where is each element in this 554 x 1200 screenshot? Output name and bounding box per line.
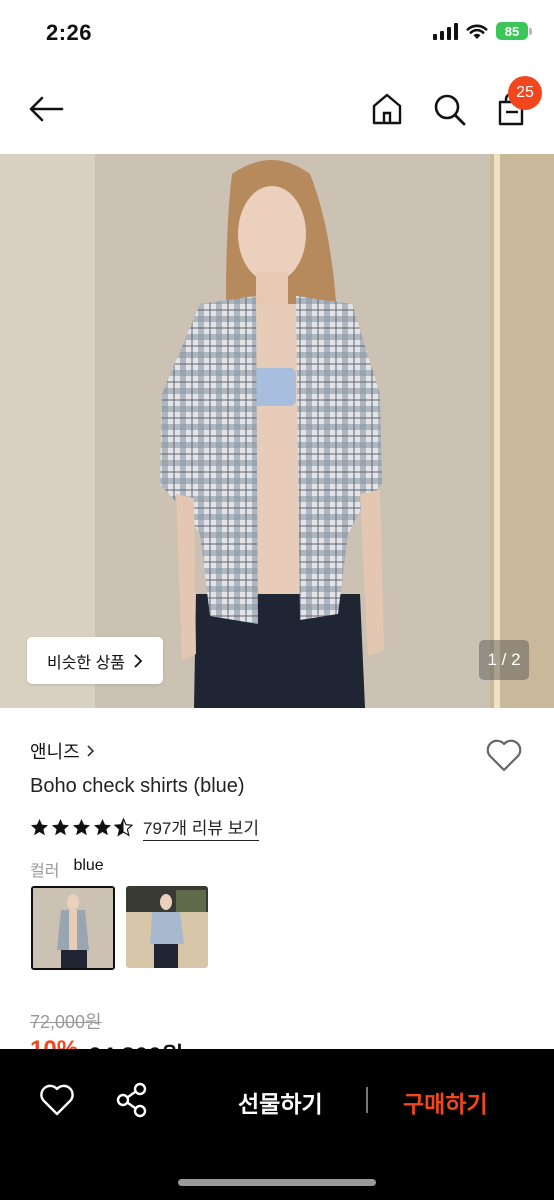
- search-icon[interactable]: [428, 88, 470, 130]
- divider: [366, 1087, 368, 1113]
- image-counter: 1 / 2: [479, 640, 529, 680]
- gift-button[interactable]: 선물하기: [238, 1085, 323, 1119]
- half-star-icon: [114, 818, 133, 837]
- cart-count-badge: 25: [508, 76, 542, 110]
- brand-name: 앤니즈: [30, 742, 80, 762]
- back-arrow-icon[interactable]: [26, 88, 68, 130]
- color-label: 컬러: [30, 863, 60, 880]
- star-rating: [30, 818, 133, 837]
- buy-button[interactable]: 구매하기: [403, 1085, 488, 1119]
- similar-products-button[interactable]: 비슷한 상품: [27, 637, 163, 684]
- model-photo: [0, 154, 554, 708]
- brand-link[interactable]: 앤니즈: [30, 738, 95, 764]
- status-icons: 85: [433, 22, 532, 40]
- star-icon: [72, 818, 91, 836]
- star-icon: [51, 818, 70, 836]
- original-price: 72,000원: [30, 1012, 102, 1032]
- chevron-right-icon: [87, 745, 94, 757]
- rating-row: 797개 리뷰 보기: [30, 814, 260, 841]
- wishlist-heart-icon[interactable]: [484, 736, 524, 774]
- thumbnail-image: [33, 888, 113, 968]
- color-thumbnail[interactable]: [126, 886, 208, 968]
- bottom-action-bar: 선물하기 구매하기: [0, 1049, 554, 1200]
- product-name: Boho check shirts (blue): [30, 775, 245, 797]
- battery-icon: 85: [496, 22, 532, 40]
- thumbnail-image: [126, 886, 208, 968]
- chevron-right-icon: [134, 653, 143, 668]
- heart-icon[interactable]: [38, 1081, 76, 1119]
- signal-icon: [433, 22, 458, 40]
- color-thumbnail-selected[interactable]: [31, 886, 115, 970]
- top-nav: 25: [0, 70, 554, 150]
- color-value: blue: [73, 857, 104, 874]
- battery-level: 85: [496, 22, 528, 40]
- status-bar: 2:26 85: [0, 0, 554, 66]
- product-image[interactable]: [0, 154, 554, 708]
- home-icon[interactable]: [366, 88, 408, 130]
- home-indicator: [178, 1179, 376, 1186]
- review-link[interactable]: 797개 리뷰 보기: [143, 814, 260, 841]
- star-icon: [30, 818, 49, 836]
- share-icon[interactable]: [114, 1081, 150, 1119]
- star-icon: [93, 818, 112, 836]
- color-option-row: 컬러 blue: [30, 857, 104, 881]
- wifi-icon: [466, 24, 488, 39]
- similar-products-label: 비슷한 상품: [46, 654, 126, 672]
- status-time: 2:26: [46, 20, 93, 45]
